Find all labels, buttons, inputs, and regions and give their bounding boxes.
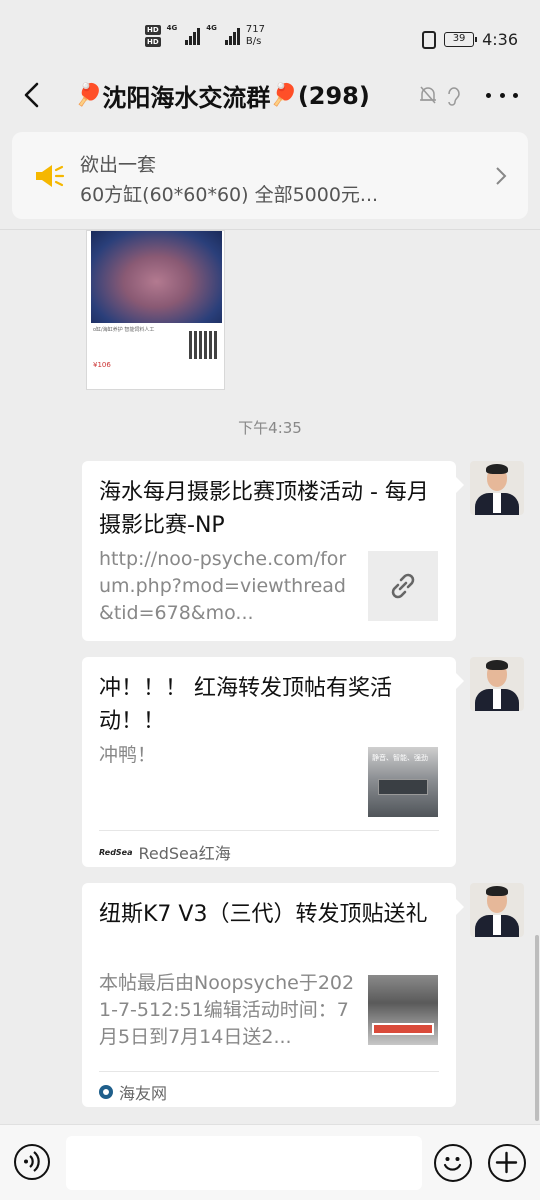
link-source-name: RedSea红海: [138, 844, 231, 863]
back-arrow-icon[interactable]: [18, 80, 48, 110]
speed-value: 717: [245, 24, 266, 35]
group-announcement[interactable]: 欲出一套 60方缸(60*60*60) 全部5000元...: [12, 132, 528, 219]
card-separator: [99, 830, 439, 831]
mute-bell-icon: [420, 86, 436, 104]
card-separator: [99, 1071, 439, 1072]
hd-badge-1: HD: [145, 25, 161, 35]
image-message[interactable]: o缸/海缸养护 智能饲料人工 ¥106: [86, 230, 225, 390]
link-card-desc: 冲鸭！: [99, 744, 157, 766]
link-source: 海友网: [99, 1080, 167, 1104]
message-input[interactable]: [66, 1136, 422, 1190]
link-card-desc: 本帖最后由Noopsyche于2021-7-512:51编辑活动时间：7月5日到…: [99, 972, 355, 1048]
link-thumbnail: 静音、智能、强劲: [368, 747, 438, 817]
input-bar: [0, 1124, 540, 1200]
link-source: RedSea RedSea红海: [99, 840, 231, 864]
signal-icon: [185, 27, 201, 45]
status-bar: HD HD 4G 4G 717 B/s 39 4:36: [0, 0, 540, 72]
thumbnail-text: 静音、智能、强劲: [372, 754, 428, 762]
vibrate-icon: [422, 30, 437, 49]
avatar[interactable]: [470, 883, 524, 937]
announcement-line-1: 欲出一套: [80, 154, 157, 176]
chevron-right-icon: [496, 167, 507, 185]
link-card-title: 冲！！！ 红海转发顶帖有奖活动！！: [99, 676, 392, 734]
chat-title-bar: 🏓 沈阳海水交流群 🏓 (298): [0, 72, 540, 118]
battery-icon: 39: [444, 32, 478, 47]
qr-code-icon: [189, 331, 217, 359]
clock: 4:36: [482, 30, 518, 49]
link-card[interactable]: 海水每月摄影比赛顶楼活动 - 每月摄影比赛-NP http://noo-psyc…: [82, 461, 464, 641]
message-timestamp: 下午4:35: [238, 419, 302, 437]
link-card-desc: http://noo-psyche.com/forum.php?mod=view…: [99, 548, 347, 624]
image-caption: o缸/海缸养护 智能饲料人工: [93, 327, 155, 333]
divider: [0, 229, 540, 230]
image-price: ¥106: [93, 361, 111, 369]
chat-title: 🏓 沈阳海水交流群 🏓 (298): [75, 78, 370, 113]
announcement-speaker-icon: [36, 165, 65, 187]
announcement-line-2: 60方缸(60*60*60) 全部5000元...: [80, 184, 379, 206]
haiyou-logo-icon: [99, 1085, 113, 1099]
link-card[interactable]: 冲！！！ 红海转发顶帖有奖活动！！ 冲鸭！ 静音、智能、强劲 RedSea Re…: [82, 657, 464, 867]
earpiece-icon: [448, 87, 460, 106]
member-count: (298): [297, 81, 370, 110]
link-thumbnail: [368, 551, 438, 621]
coral-photo: [91, 231, 222, 323]
link-icon: [391, 573, 415, 599]
avatar[interactable]: [470, 461, 524, 515]
link-card-title: 纽斯K7 V3（三代）转发顶贴送礼: [99, 902, 428, 927]
more-icon[interactable]: [486, 82, 518, 108]
link-source-name: 海友网: [119, 1084, 168, 1103]
ping-pong-emoji: 🏓: [270, 83, 298, 108]
ping-pong-emoji: 🏓: [75, 83, 103, 108]
link-card[interactable]: 纽斯K7 V3（三代）转发顶贴送礼 本帖最后由Noopsyche于2021-7-…: [82, 883, 464, 1107]
network-indicators: HD HD 4G 4G 717 B/s: [145, 24, 265, 48]
chat-title-text: 沈阳海水交流群: [102, 84, 271, 112]
link-thumbnail: [368, 975, 438, 1045]
scrollbar[interactable]: [535, 935, 539, 1121]
network-type-2: 4G: [206, 24, 217, 32]
plus-icon[interactable]: [488, 1144, 526, 1182]
network-type-1: 4G: [166, 24, 178, 32]
avatar[interactable]: [470, 657, 524, 711]
hd-badge-2: HD: [145, 37, 161, 47]
signal-icon: [224, 27, 240, 45]
voice-input-icon[interactable]: [14, 1144, 50, 1180]
link-card-title: 海水每月摄影比赛顶楼活动 - 每月摄影比赛-NP: [99, 480, 429, 538]
emoji-icon[interactable]: [434, 1144, 472, 1182]
speed-unit: B/s: [245, 36, 262, 47]
redsea-logo-icon: RedSea: [99, 847, 133, 857]
network-speed: 717 B/s: [246, 24, 265, 48]
